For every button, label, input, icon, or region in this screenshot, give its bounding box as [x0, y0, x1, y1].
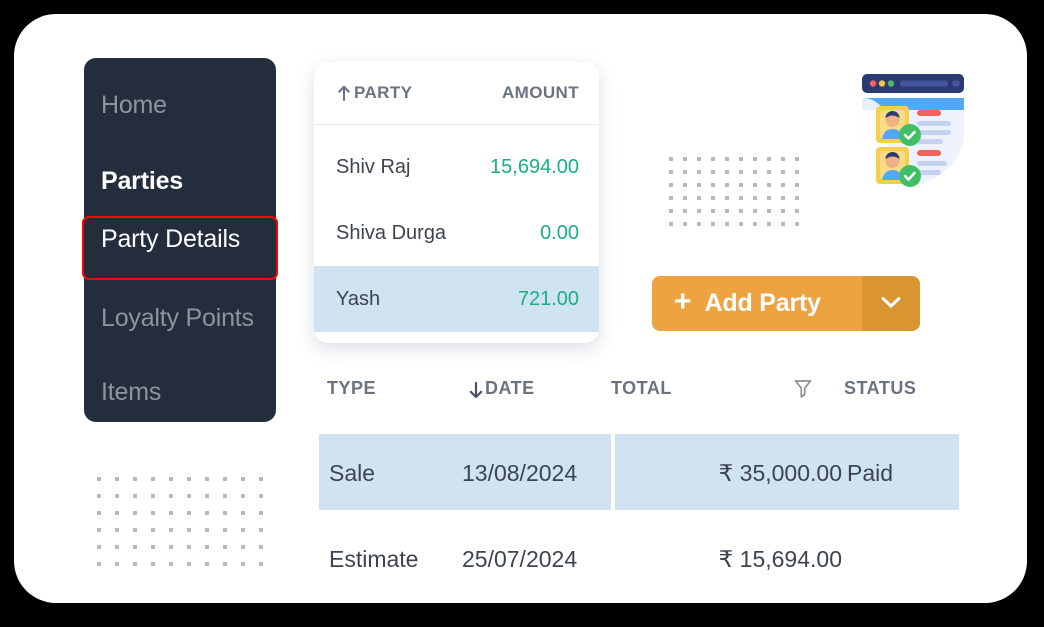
sidebar-item-party-details[interactable]: Party Details	[84, 218, 276, 260]
sidebar-item-loyalty-points[interactable]: Loyalty Points	[84, 297, 276, 339]
sort-ascending-arrow-icon	[336, 84, 352, 102]
dot-pattern-decoration	[669, 157, 809, 235]
party-column-label: PARTY	[354, 83, 413, 102]
column-header-status[interactable]: STATUS	[844, 378, 916, 399]
column-header-label: TYPE	[327, 378, 377, 398]
party-name: Shiv Raj	[336, 155, 411, 178]
transactions-table-header: TYPE DATE TOTAL STATUS	[319, 372, 959, 418]
column-header-label: TOTAL	[611, 378, 672, 398]
party-list-item-selected[interactable]: Yash 721.00	[314, 266, 599, 332]
cell-date: 25/07/2024	[462, 546, 578, 572]
amount-column-header[interactable]: AMOUNT	[502, 83, 579, 103]
sidebar-item-label: Parties	[101, 166, 183, 195]
party-column-header[interactable]: PARTY	[336, 83, 412, 103]
sidebar-item-label: Loyalty Points	[101, 303, 254, 332]
cell-status: Paid	[847, 460, 894, 486]
sidebar-item-items[interactable]: Items	[84, 371, 276, 413]
cell-type: Sale	[329, 460, 376, 486]
sidebar-item-label: Party Details	[101, 224, 241, 253]
party-list-item[interactable]: Shiva Durga 0.00	[314, 200, 599, 266]
sidebar-nav: Home Parties Party Details Loyalty Point…	[84, 58, 276, 422]
party-name: Yash	[336, 287, 381, 310]
party-amount: 0.00	[540, 221, 579, 244]
party-name: Shiva Durga	[336, 221, 447, 244]
column-header-type[interactable]: TYPE	[327, 378, 376, 399]
plus-icon: +	[674, 285, 692, 318]
sort-descending-arrow-icon	[467, 380, 483, 398]
chevron-down-icon	[878, 294, 904, 313]
add-party-label: Add Party	[704, 289, 821, 317]
cell-type: Estimate	[329, 546, 419, 572]
sidebar-item-parties[interactable]: Parties	[84, 160, 276, 202]
party-list-card: PARTY AMOUNT Shiv Raj 15,694.00 Shiva Du…	[314, 62, 599, 343]
dot-pattern-decoration	[97, 477, 277, 579]
column-header-total[interactable]: TOTAL	[611, 378, 672, 399]
add-party-dropdown-toggle[interactable]	[862, 276, 920, 331]
transactions-table: TYPE DATE TOTAL STATUS Sale 13/08/2024 ₹…	[319, 372, 959, 587]
cell-date: 13/08/2024	[462, 460, 578, 486]
cell-total: ₹ 15,694.00	[718, 546, 842, 572]
add-party-main-section[interactable]: + Add Party	[652, 276, 862, 331]
party-list-header: PARTY AMOUNT	[314, 62, 599, 125]
column-header-date[interactable]: DATE	[467, 378, 535, 399]
add-party-button[interactable]: + Add Party	[652, 276, 920, 331]
party-list-item[interactable]: Shiv Raj 15,694.00	[314, 134, 599, 200]
user-verification-shield-illustration	[854, 68, 972, 190]
table-row[interactable]: Estimate 25/07/2024 ₹ 15,694.00	[319, 520, 959, 596]
app-window-card: Home Parties Party Details Loyalty Point…	[14, 14, 1027, 603]
column-header-label: DATE	[485, 378, 535, 398]
cell-total: ₹ 35,000.00	[718, 460, 842, 486]
party-amount: 15,694.00	[490, 155, 579, 178]
filter-funnel-icon[interactable]	[792, 376, 814, 400]
party-amount: 721.00	[517, 287, 579, 310]
sidebar-item-label: Home	[101, 90, 167, 119]
screenshot-stage: Home Parties Party Details Loyalty Point…	[0, 0, 1044, 627]
table-row[interactable]: Sale 13/08/2024 ₹ 35,000.00 Paid	[319, 434, 959, 510]
sidebar-item-home[interactable]: Home	[84, 84, 276, 126]
column-header-label: STATUS	[844, 378, 917, 398]
sidebar-item-label: Items	[101, 377, 162, 406]
